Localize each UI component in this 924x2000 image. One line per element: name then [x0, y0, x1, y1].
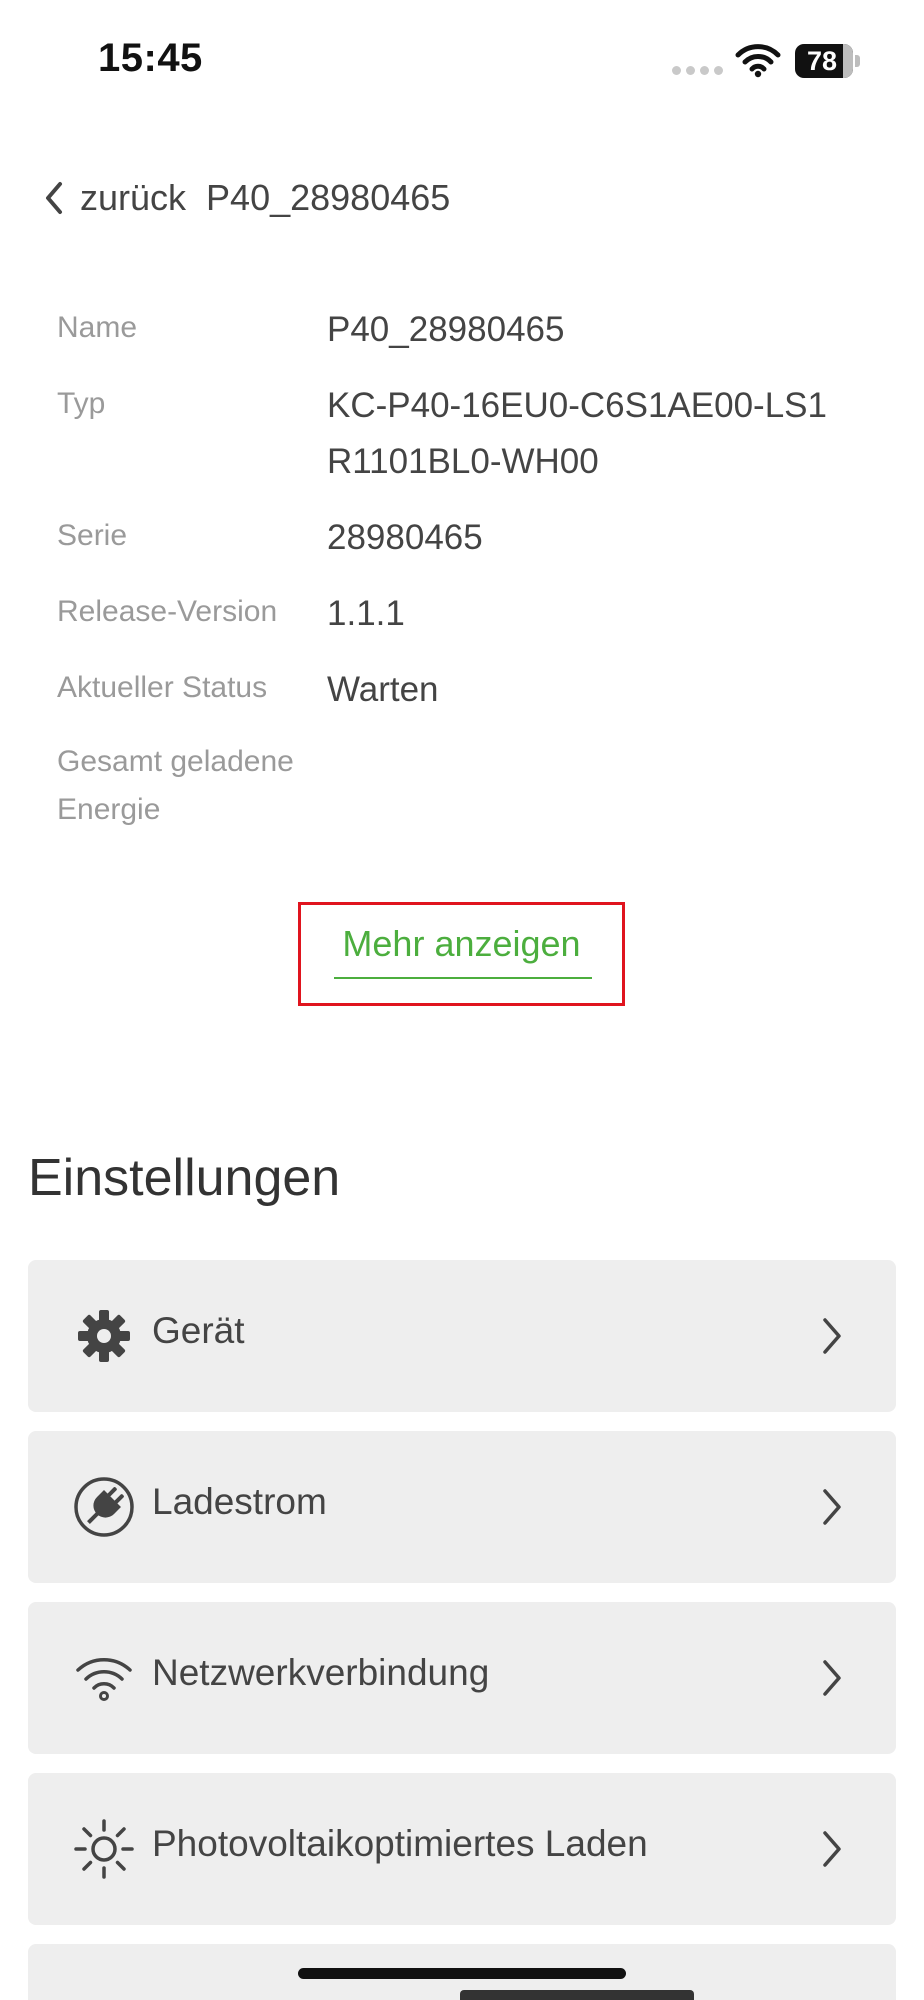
plug-icon	[74, 1477, 134, 1537]
chevron-right-icon	[823, 1831, 841, 1867]
info-value-name: P40_28980465	[327, 310, 565, 349]
settings-item-device[interactable]: Gerät	[28, 1260, 896, 1412]
info-label-name: Name	[57, 311, 138, 344]
chevron-right-icon	[823, 1318, 841, 1354]
settings-item-label: Photovoltaikoptimiertes Laden	[152, 1823, 648, 1864]
settings-title: Einstellungen	[28, 1149, 341, 1207]
page-title: P40_28980465	[206, 177, 451, 218]
settings-item-label: Gerät	[152, 1310, 245, 1351]
wifi-icon	[76, 1657, 132, 1701]
settings-item-label: Ladestrom	[152, 1481, 327, 1522]
chevron-left-icon[interactable]	[38, 178, 70, 218]
info-label-current-status: Aktueller Status	[57, 671, 268, 704]
status-time: 15:45	[98, 36, 203, 80]
wifi-status-icon	[735, 44, 781, 78]
home-indicator	[298, 1968, 626, 1979]
chevron-right-icon	[823, 1660, 841, 1696]
info-label-release-version: Release-Version	[57, 595, 278, 628]
info-label-type: Typ	[57, 387, 106, 420]
cellular-signal-icon	[672, 66, 723, 75]
nav-bar: zurück P40_28980465	[38, 170, 450, 226]
info-label-series: Serie	[57, 519, 128, 552]
back-button[interactable]: zurück	[80, 177, 186, 219]
settings-item-photovoltaic-charging[interactable]: Photovoltaikoptimiertes Laden	[28, 1773, 896, 1925]
info-value-series: 28980465	[327, 518, 483, 557]
info-value-current-status: Warten	[327, 670, 439, 709]
info-value-type: KC-P40-16EU0-C6S1AE00-LS1 R1101BL0-WH00	[327, 386, 827, 481]
info-label-total-energy: Gesamt geladene Energie	[57, 745, 294, 826]
settings-item-network[interactable]: Netzwerkverbindung	[28, 1602, 896, 1754]
battery-icon: 78	[795, 44, 861, 78]
screen: 15:45 78 zurück P40_28980465 Name P40_28…	[0, 0, 924, 2000]
battery-level: 78	[806, 46, 838, 76]
chevron-right-icon	[823, 1489, 841, 1525]
settings-item-label: Netzwerkverbindung	[152, 1652, 490, 1693]
bottom-sheet-handle	[460, 1990, 694, 2000]
settings-item-charging-current[interactable]: Ladestrom	[28, 1431, 896, 1583]
info-value-release-version: 1.1.1	[327, 594, 405, 633]
more-button-highlight: Mehr anzeigen	[298, 902, 625, 1006]
show-more-underline	[334, 977, 592, 979]
show-more-link[interactable]: Mehr anzeigen	[301, 923, 622, 965]
gear-icon	[78, 1310, 130, 1362]
sun-icon	[74, 1819, 134, 1879]
